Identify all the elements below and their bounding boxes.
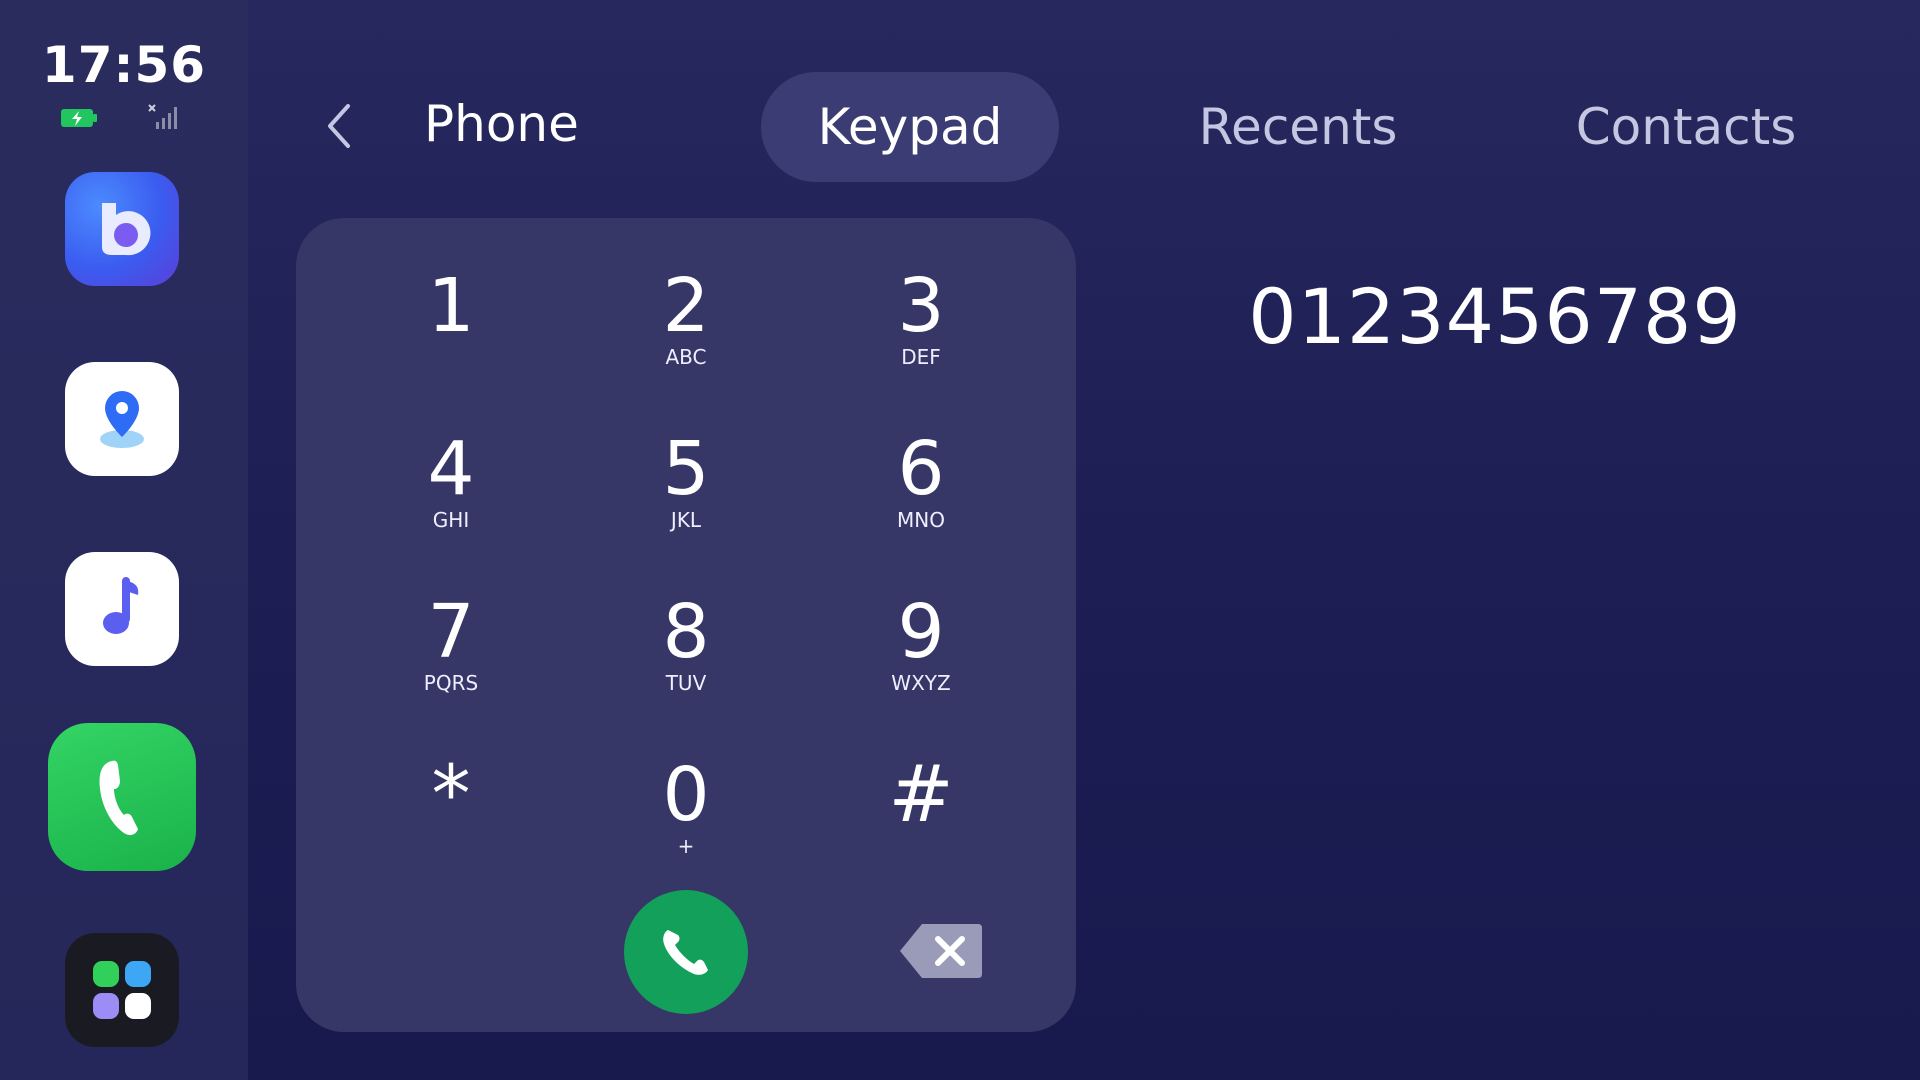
call-button[interactable] <box>624 890 748 1014</box>
maps-app-icon[interactable] <box>65 362 179 476</box>
key-letters: GHI <box>432 508 470 532</box>
status-clock: 17:56 <box>41 36 207 94</box>
key-0[interactable]: 0 + <box>586 717 786 867</box>
key-digit: 2 <box>662 263 710 349</box>
map-pin-icon <box>100 391 144 448</box>
key-5[interactable]: 5 JKL <box>586 391 786 541</box>
key-7[interactable]: 7 PQRS <box>351 554 551 704</box>
key-letters: PQRS <box>423 671 479 695</box>
key-digit: 3 <box>897 263 945 349</box>
phone-call-icon <box>663 930 708 975</box>
no-signal-icon <box>148 104 177 129</box>
key-digit: 6 <box>897 426 945 512</box>
music-note-icon <box>103 577 139 634</box>
key-letters: JKL <box>670 508 702 532</box>
key-digit: 5 <box>662 426 710 512</box>
battery-charging-icon <box>61 109 97 127</box>
key-digit: 0 <box>662 752 710 838</box>
music-app-icon[interactable] <box>65 552 179 666</box>
app-dock: 17:56 <box>0 0 248 1080</box>
key-1[interactable]: 1 <box>351 228 551 378</box>
tab-keypad[interactable]: Keypad <box>761 72 1059 182</box>
key-letters: MNO <box>897 508 945 532</box>
key-digit: 1 <box>427 263 475 349</box>
key-letters: TUV <box>665 671 707 695</box>
bixby-logo-icon <box>102 203 151 256</box>
key-4[interactable]: 4 GHI <box>351 391 551 541</box>
key-8[interactable]: 8 TUV <box>586 554 786 704</box>
key-hash[interactable]: # <box>821 717 1021 867</box>
key-digit: 4 <box>427 426 475 512</box>
back-chevron-icon[interactable] <box>318 100 358 152</box>
key-6[interactable]: 6 MNO <box>821 391 1021 541</box>
app-launcher-icon[interactable] <box>65 933 179 1047</box>
key-2[interactable]: 2 ABC <box>586 228 786 378</box>
key-9[interactable]: 9 WXYZ <box>821 554 1021 704</box>
phone-handset-icon <box>99 760 138 836</box>
key-digit: 7 <box>427 589 475 675</box>
key-letters: WXYZ <box>891 671 951 695</box>
key-letters: DEF <box>901 345 941 369</box>
key-digit: * <box>431 750 471 840</box>
key-digit: 9 <box>897 589 945 675</box>
key-letters: ABC <box>665 345 707 369</box>
grid-apps-icon <box>93 961 151 1019</box>
dialed-number-display: 0123456789 <box>1248 272 1742 361</box>
tab-recents[interactable]: Recents <box>1160 72 1436 182</box>
bixby-app-icon[interactable] <box>65 172 179 286</box>
phone-app-icon[interactable] <box>48 723 196 871</box>
key-star[interactable]: * <box>351 717 551 867</box>
key-digit: # <box>888 750 954 840</box>
key-letters: + <box>677 834 695 858</box>
backspace-delete-icon[interactable] <box>898 922 984 980</box>
page-title: Phone <box>424 95 579 153</box>
key-3[interactable]: 3 DEF <box>821 228 1021 378</box>
key-digit: 8 <box>662 589 710 675</box>
tab-contacts[interactable]: Contacts <box>1558 72 1814 182</box>
